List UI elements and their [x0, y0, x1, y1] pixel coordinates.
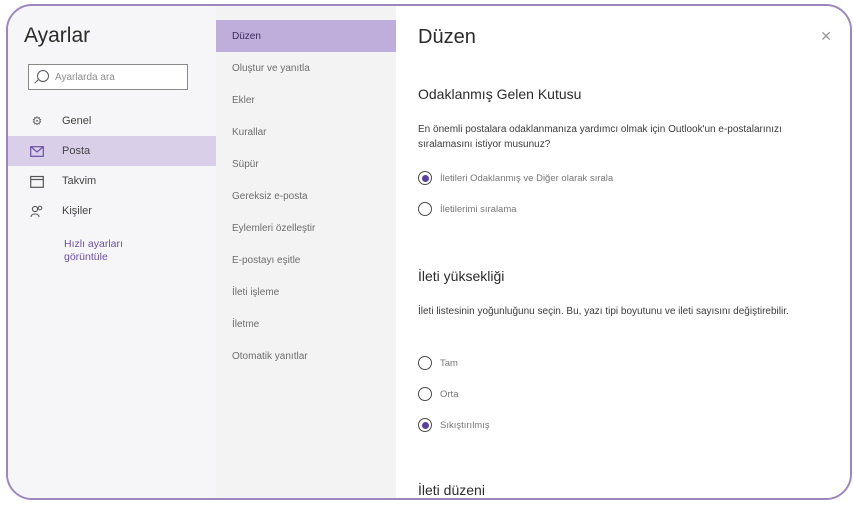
radio-label: Orta: [440, 388, 459, 400]
menu-item-olustur[interactable]: Oluştur ve yanıtla: [216, 52, 396, 84]
message-height-description: İleti listesinin yoğunluğunu seçin. Bu, …: [418, 306, 789, 317]
radio-full[interactable]: Tam: [418, 356, 458, 370]
radio-selected-dot: [421, 174, 429, 182]
radio-circle: [418, 418, 432, 432]
message-layout-heading: İleti düzeni: [418, 482, 485, 498]
radio-circle: [418, 356, 432, 370]
nav-item-label: Kişiler: [62, 205, 92, 217]
nav-item-label: Genel: [62, 115, 92, 127]
menu-item-duzen[interactable]: Düzen: [216, 20, 396, 52]
settings-sidebar: Ayarlar Ayarlarda ara ⚙ Genel Posta Takv…: [8, 6, 216, 498]
radio-circle: [418, 171, 432, 185]
radio-selected-dot: [421, 421, 429, 429]
menu-item-supur[interactable]: Süpür: [216, 148, 396, 180]
people-icon: [30, 204, 44, 218]
search-placeholder: Ayarlarda ara: [55, 71, 115, 83]
quick-settings-link[interactable]: Hızlı ayarları görüntüle: [64, 238, 164, 264]
settings-pane: Düzen ✕ Odaklanmış Gelen Kutusu En öneml…: [396, 6, 850, 498]
radio-label: Sıkıştırılmış: [440, 419, 490, 431]
menu-item-esitle[interactable]: E-postayı eşitle: [216, 244, 396, 276]
mail-icon: [30, 144, 44, 158]
message-height-heading: İleti yüksekliği: [418, 268, 505, 284]
menu-item-kurallar[interactable]: Kurallar: [216, 116, 396, 148]
radio-circle: [418, 387, 432, 401]
radio-circle: [418, 202, 432, 216]
menu-item-otomatik[interactable]: Otomatik yanıtlar: [216, 340, 396, 372]
settings-nav: ⚙ Genel Posta Takvim Kişiler: [8, 106, 216, 226]
settings-title: Ayarlar: [24, 24, 91, 47]
nav-item-posta[interactable]: Posta: [8, 136, 216, 166]
radio-label: İletileri Odaklanmış ve Diğer olarak sır…: [440, 172, 614, 184]
pane-title: Düzen: [418, 26, 476, 48]
menu-item-ileti-isleme[interactable]: İleti işleme: [216, 276, 396, 308]
focused-inbox-heading: Odaklanmış Gelen Kutusu: [418, 86, 582, 102]
focused-inbox-description: En önemli postalara odaklanmanıza yardım…: [418, 124, 782, 150]
calendar-icon: [30, 174, 44, 188]
radio-compact[interactable]: Sıkıştırılmış: [418, 418, 490, 432]
menu-item-iletme[interactable]: İletme: [216, 308, 396, 340]
menu-item-gereksiz[interactable]: Gereksiz e-posta: [216, 180, 396, 212]
nav-item-genel[interactable]: ⚙ Genel: [8, 106, 216, 136]
nav-item-takvim[interactable]: Takvim: [8, 166, 216, 196]
radio-label: İletilerimi sıralama: [440, 203, 517, 215]
radio-medium[interactable]: Orta: [418, 387, 458, 401]
nav-item-label: Takvim: [62, 175, 97, 187]
radio-focused-sort[interactable]: İletileri Odaklanmış ve Diğer olarak sır…: [418, 171, 613, 185]
settings-dialog: Ayarlar Ayarlarda ara ⚙ Genel Posta Takv…: [6, 4, 852, 500]
radio-no-sort[interactable]: İletilerimi sıralama: [418, 202, 517, 216]
close-icon[interactable]: ✕: [820, 28, 832, 45]
gear-icon: ⚙: [31, 114, 43, 128]
menu-item-ekler[interactable]: Ekler: [216, 84, 396, 116]
search-icon: [37, 70, 49, 82]
settings-search-input[interactable]: Ayarlarda ara: [28, 64, 188, 90]
mail-settings-menu: Düzen Oluştur ve yanıtla Ekler Kurallar …: [216, 6, 396, 498]
nav-item-label: Posta: [62, 145, 91, 157]
nav-item-kisiler[interactable]: Kişiler: [8, 196, 216, 226]
menu-item-eylemler[interactable]: Eylemleri özelleştir: [216, 212, 396, 244]
radio-label: Tam: [440, 357, 458, 369]
